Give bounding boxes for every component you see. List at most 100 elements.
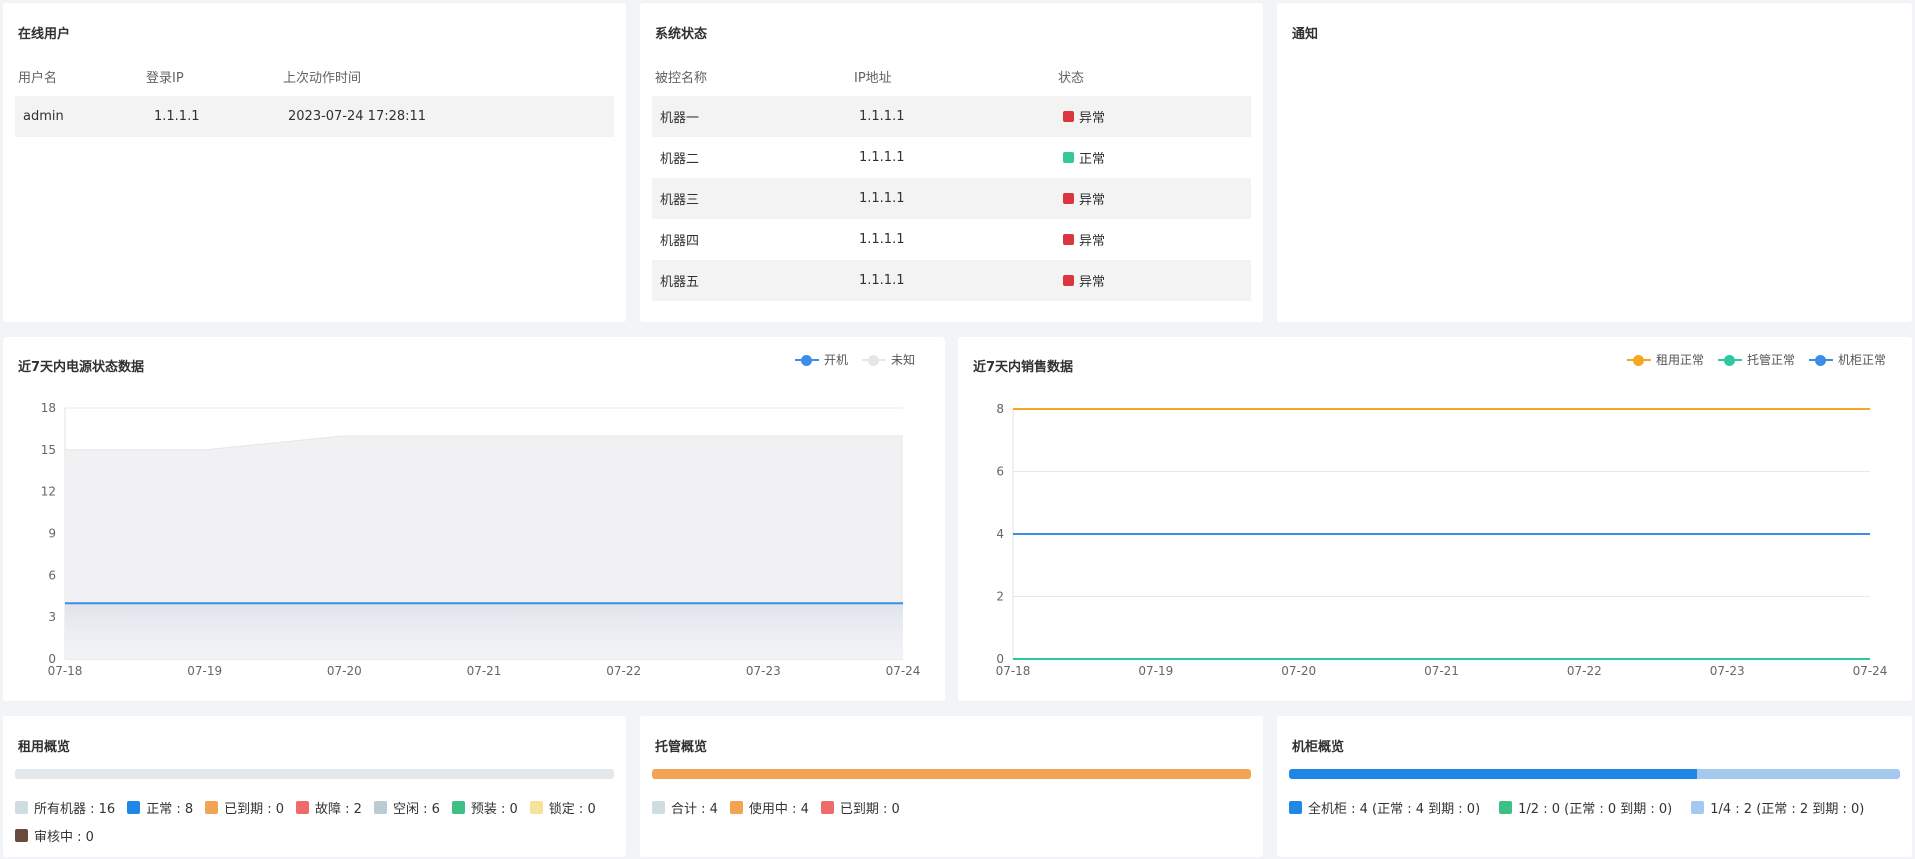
x-tick-label: 07-19 <box>1138 664 1173 678</box>
y-tick-label: 2 <box>996 590 1004 604</box>
stat-swatch-icon <box>127 800 141 814</box>
stat-item: 已到期 : 0 <box>205 800 284 817</box>
cell-ip: 1.1.1.1 <box>154 109 200 124</box>
stat-item: 审核中 : 0 <box>15 828 94 845</box>
table-row[interactable]: 机器四 1.1.1.1 异常 <box>652 219 1251 260</box>
stat-item: 故障 : 2 <box>296 800 362 817</box>
system-status-title: 系统状态 <box>655 27 708 42</box>
status-badge: 异常 <box>1063 230 1105 249</box>
online-users-card: 在线用户 用户名 登录IP 上次动作时间 admin 1.1.1.1 2023-… <box>3 3 626 322</box>
stat-label: 全机柜 : 4 (正常 : 4 到期 : 0) <box>1308 801 1481 817</box>
stat-swatch-icon <box>1499 800 1513 814</box>
system-status-card: 系统状态 被控名称 IP地址 状态 机器一 1.1.1.1 异常 机器二 1.1.1.1… <box>640 3 1263 322</box>
stat-item: 1/4 : 2 (正常 : 2 到期 : 0) <box>1691 800 1865 817</box>
stat-label: 故障 : 2 <box>315 801 362 817</box>
stat-swatch-icon <box>373 800 387 814</box>
cell-name: 机器二 <box>660 152 700 167</box>
bar-fill <box>1289 769 1697 779</box>
stat-label: 1/4 : 2 (正常 : 2 到期 : 0) <box>1710 801 1865 817</box>
status-badge: 异常 <box>1063 189 1105 208</box>
cell-name: 机器一 <box>660 111 700 126</box>
rent-overview-card: 租用概览 所有机器 : 16 正常 : 8 已到期 : 0 故障 : 2 空闲 : 6 预… <box>3 716 626 857</box>
x-tick-label: 07-20 <box>327 664 362 678</box>
cell-last-action: 2023-07-24 17:28:11 <box>288 109 427 124</box>
notice-title: 通知 <box>1292 27 1319 42</box>
hosting-overview-title: 托管概览 <box>655 740 708 755</box>
stat-swatch-icon <box>451 800 465 814</box>
cell-status: 异常 <box>1055 271 1105 290</box>
cell-ip: 1.1.1.1 <box>859 150 905 165</box>
notice-card: 通知 <box>1277 3 1912 322</box>
stat-swatch-icon <box>1289 800 1302 814</box>
status-text: 异常 <box>1079 193 1106 208</box>
stat-swatch-icon <box>296 800 310 814</box>
stat-label: 正常 : 8 <box>146 801 194 817</box>
sales-chart-plot: 0246807-18 07-19 07-20 07-21 07-22 07-23 07-24 <box>996 402 1888 678</box>
system-status-table: 被控名称 IP地址 状态 机器一 1.1.1.1 异常 机器二 1.1.1.1 正常 机器三… <box>652 56 1251 301</box>
x-tick-label: 07-22 <box>1567 664 1602 678</box>
y-tick-label: 12 <box>41 485 56 499</box>
cell-ip: 1.1.1.1 <box>859 109 905 124</box>
stat-swatch-icon <box>15 800 28 814</box>
status-badge: 异常 <box>1063 107 1105 126</box>
cell-name: 机器三 <box>660 193 700 208</box>
stat-swatch-icon <box>1691 800 1705 814</box>
series-area-开机 <box>65 603 903 659</box>
x-tick-label: 07-21 <box>467 664 502 678</box>
stat-item: 正常 : 8 <box>127 800 194 817</box>
column-header-name: 被控名称 <box>655 70 708 86</box>
stat-label: 1/2 : 0 (正常 : 0 到期 : 0) <box>1518 801 1673 817</box>
hosting-overview-card: 托管概览 合计 : 4 使用中 : 4 已到期 : 0 <box>640 716 1263 857</box>
table-row[interactable]: 机器一 1.1.1.1 异常 <box>652 96 1251 137</box>
cell-status: 异常 <box>1055 107 1105 126</box>
table-header: 被控名称 IP地址 状态 <box>652 56 1251 96</box>
stat-label: 合计 : 4 <box>671 801 718 817</box>
stat-label: 锁定 : 0 <box>548 801 596 817</box>
stat-label: 已到期 : 0 <box>839 801 900 817</box>
bar-fill <box>652 769 1251 779</box>
column-header-ip: IP地址 <box>854 70 892 86</box>
cell-status: 异常 <box>1055 189 1105 208</box>
stat-label: 空闲 : 6 <box>392 801 440 817</box>
stat-label: 审核中 : 0 <box>34 829 94 845</box>
table-row[interactable]: 机器五 1.1.1.1 异常 <box>652 260 1251 301</box>
stat-label: 所有机器 : 16 <box>34 801 116 817</box>
hosting-stats-legend: 合计 : 4 使用中 : 4 已到期 : 0 <box>652 800 1253 817</box>
table-row[interactable]: 机器三 1.1.1.1 异常 <box>652 178 1251 219</box>
x-tick-label: 07-19 <box>187 664 222 678</box>
rent-progress-bar <box>15 769 614 779</box>
table-header: 用户名 登录IP 上次动作时间 <box>15 56 614 96</box>
status-dot-icon <box>1063 111 1074 122</box>
status-badge: 异常 <box>1063 271 1105 290</box>
x-tick-label: 07-23 <box>1710 664 1745 678</box>
online-users-table: 用户名 登录IP 上次动作时间 admin 1.1.1.1 2023-07-24… <box>15 56 614 137</box>
cell-ip: 1.1.1.1 <box>859 232 905 247</box>
x-tick-label: 07-20 <box>1281 664 1316 678</box>
stat-swatch-icon <box>15 828 28 842</box>
x-tick-label: 07-23 <box>746 664 781 678</box>
rent-stats-legend: 所有机器 : 16 正常 : 8 已到期 : 0 故障 : 2 空闲 : 6 预装 : 0… <box>15 800 616 845</box>
stat-item: 预装 : 0 <box>451 800 518 817</box>
stat-item: 合计 : 4 <box>652 800 718 817</box>
table-row[interactable]: admin 1.1.1.1 2023-07-24 17:28:11 <box>15 96 614 137</box>
hosting-progress-bar <box>652 769 1251 779</box>
stat-item: 锁定 : 0 <box>529 800 596 817</box>
cabinet-stats-legend: 全机柜 : 4 (正常 : 4 到期 : 0) 1/2 : 0 (正常 : 0 到… <box>1289 800 1902 817</box>
cell-username: admin <box>23 109 64 124</box>
table-row[interactable]: 机器二 1.1.1.1 正常 <box>652 137 1251 178</box>
stat-item: 空闲 : 6 <box>373 800 440 817</box>
cabinet-overview-card: 机柜概览 全机柜 : 4 (正常 : 4 到期 : 0) 1/2 : 0 (正常 … <box>1277 716 1912 857</box>
cell-status: 正常 <box>1055 148 1105 167</box>
y-tick-label: 3 <box>48 610 56 624</box>
stat-swatch-icon <box>529 800 543 814</box>
cabinet-progress-bar <box>1289 769 1900 779</box>
y-tick-label: 15 <box>41 443 56 457</box>
status-text: 异常 <box>1079 111 1106 126</box>
cell-ip: 1.1.1.1 <box>859 273 905 288</box>
x-tick-label: 07-24 <box>1853 664 1888 678</box>
cell-status: 异常 <box>1055 230 1105 249</box>
power-chart-card: 近7天内电源状态数据 开机 未知 0 3 6 9 12 15 18 07-18 07-19 07-2… <box>3 337 945 701</box>
stat-swatch-icon <box>820 800 834 814</box>
power-chart-plot: 036912151807-18 07-19 07-20 07-21 07-22 07-23… <box>41 401 921 678</box>
y-tick-label: 4 <box>996 527 1004 541</box>
